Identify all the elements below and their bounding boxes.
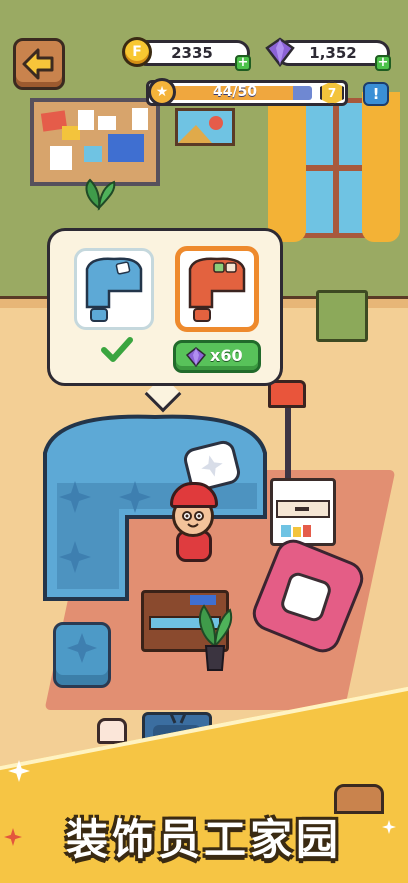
coin-icon: F — [122, 37, 152, 67]
potted-plant-icon — [80, 178, 118, 228]
info-button[interactable]: ! — [363, 82, 389, 106]
star-icon: ★ — [148, 78, 176, 106]
coin-amount: 2335 — [171, 44, 213, 62]
add-gems-button[interactable]: + — [375, 55, 391, 71]
check-icon — [101, 336, 133, 364]
buy-option-button[interactable]: x60 — [173, 340, 261, 373]
gem-icon — [185, 347, 207, 368]
curtain-left — [268, 92, 306, 242]
chevron-right-icon — [312, 85, 321, 100]
potted-plant-icon — [192, 596, 238, 674]
game-scene: x60 2335 F + 1,352 + ★ 44/50 7 ! 装饰员工家园 — [0, 0, 408, 883]
side-table[interactable] — [270, 478, 336, 546]
corkboard — [30, 98, 160, 186]
curtain-right — [362, 92, 400, 242]
corkboard-notes — [40, 108, 148, 170]
gem-amount: 1,352 — [309, 44, 357, 62]
table-lamp-icon — [97, 718, 127, 744]
arrow-left-icon — [22, 48, 54, 80]
xp-label: 44/50 — [212, 84, 258, 100]
wall-painting — [175, 108, 235, 146]
wall-cabinet — [316, 290, 368, 342]
ottoman[interactable] — [53, 622, 111, 688]
option-blue-sofa[interactable] — [74, 248, 154, 330]
back-button[interactable] — [13, 38, 65, 90]
floor-lamp-pole — [285, 400, 291, 480]
add-coins-button[interactable]: + — [235, 55, 251, 71]
option-red-sofa[interactable] — [175, 246, 259, 332]
blue-sofa[interactable] — [35, 413, 271, 609]
gem-icon — [265, 37, 295, 68]
promo-title: 装饰员工家园 — [65, 815, 342, 864]
price-label: x60 — [210, 346, 243, 365]
floor-lamp-icon[interactable] — [268, 380, 306, 408]
